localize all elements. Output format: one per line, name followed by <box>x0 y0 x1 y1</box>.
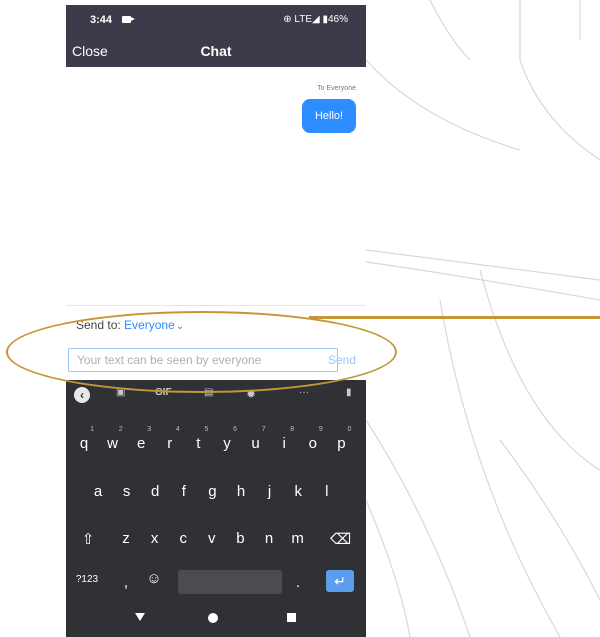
key-x[interactable]: x <box>145 530 165 547</box>
key-t[interactable]: t5 <box>188 426 208 452</box>
emoji-icon[interactable]: ☺ <box>144 570 164 587</box>
key-w[interactable]: w2 <box>103 426 122 452</box>
key-number-hint: 9 <box>318 426 323 433</box>
key-number-hint: 2 <box>118 426 123 433</box>
video-camera-icon <box>122 16 135 23</box>
backspace-key[interactable]: ⌫ <box>330 530 351 548</box>
key-d[interactable]: d <box>145 483 165 500</box>
period-key[interactable]: . <box>288 574 308 591</box>
key-f[interactable]: f <box>174 483 194 500</box>
comma-key[interactable]: , <box>116 574 136 591</box>
nav-recents-icon[interactable] <box>287 613 296 622</box>
chat-header: Close Chat <box>66 35 366 67</box>
key-o[interactable]: o9 <box>303 426 323 452</box>
key-k[interactable]: k <box>288 483 308 500</box>
key-i[interactable]: i8 <box>274 426 295 452</box>
key-m[interactable]: m <box>288 530 308 547</box>
key-r[interactable]: r4 <box>160 426 180 452</box>
key-p[interactable]: p0 <box>331 426 351 452</box>
nav-back-icon[interactable] <box>135 613 145 621</box>
key-c[interactable]: c <box>173 530 193 547</box>
divider <box>66 305 366 306</box>
key-s[interactable]: s <box>117 483 137 500</box>
nav-home-icon[interactable] <box>208 613 218 623</box>
status-bar: 3:44 ⊕ LTE◢ ▮46% <box>66 5 366 35</box>
key-n[interactable]: n <box>259 530 279 547</box>
key-j[interactable]: j <box>260 483 280 500</box>
key-number-hint: 4 <box>175 426 180 433</box>
more-options-icon[interactable]: ··· <box>299 387 309 398</box>
key-a[interactable]: a <box>88 483 108 500</box>
status-time: 3:44 <box>90 14 113 26</box>
key-number-hint: 0 <box>347 426 352 433</box>
key-number-hint: 8 <box>290 426 295 433</box>
key-e[interactable]: e3 <box>131 426 151 452</box>
system-nav-bar <box>66 602 366 637</box>
key-u[interactable]: u7 <box>246 426 265 452</box>
key-number-hint: 3 <box>147 426 152 433</box>
shift-key[interactable]: ⇧ <box>78 530 98 548</box>
symbols-key[interactable]: ?123 <box>74 574 100 585</box>
message-recipient-label: To Everyone <box>317 85 356 92</box>
page-title: Chat <box>200 43 232 59</box>
key-number-hint: 7 <box>261 426 266 433</box>
key-number-hint: 6 <box>233 426 237 433</box>
key-v[interactable]: v <box>202 530 222 547</box>
status-indicators: ⊕ LTE◢ ▮46% <box>283 14 348 25</box>
annotation-ellipse <box>6 311 397 393</box>
message-bubble: Hello! <box>302 99 356 133</box>
key-h[interactable]: h <box>231 483 251 500</box>
key-l[interactable]: l <box>317 483 337 500</box>
key-number-hint: 1 <box>90 426 94 433</box>
chevron-left-icon[interactable]: ‹ <box>74 387 90 403</box>
key-y[interactable]: y6 <box>217 426 237 452</box>
annotation-callout-line <box>309 316 600 319</box>
soft-keyboard: ‹ ▣ GIF ▤ ✹ ··· ▮ q1w2e3r4t5y6u7i8o9p0as… <box>66 380 366 602</box>
key-number-hint: 5 <box>204 426 209 433</box>
key-b[interactable]: b <box>230 530 250 547</box>
key-q[interactable]: q1 <box>74 426 94 452</box>
spacebar[interactable] <box>178 570 282 594</box>
enter-key[interactable]: ↵ <box>326 570 354 592</box>
key-z[interactable]: z <box>116 530 136 547</box>
microphone-icon[interactable]: ▮ <box>346 387 352 398</box>
key-g[interactable]: g <box>202 483 222 500</box>
